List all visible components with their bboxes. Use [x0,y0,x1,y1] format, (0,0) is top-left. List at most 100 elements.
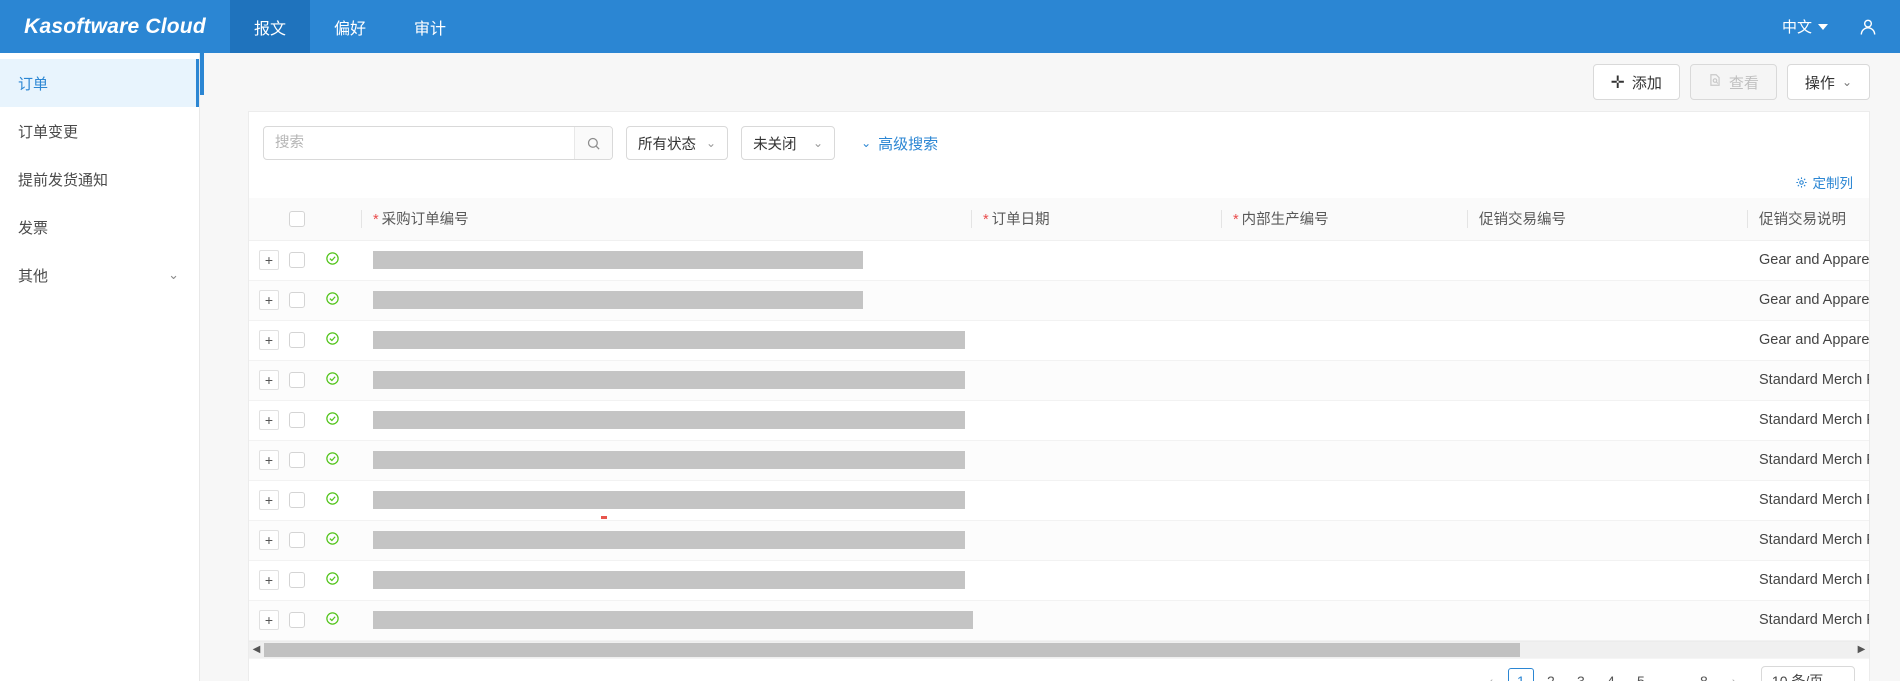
user-account-icon[interactable] [1858,17,1878,37]
gear-icon [1795,176,1807,188]
sidebar-item-order-changes[interactable]: 订单变更 [0,107,199,155]
language-selector[interactable]: 中文 [1782,16,1828,37]
row-select-cell [283,320,325,361]
closed-filter-select[interactable]: 未关闭 ⌄ [741,126,836,160]
column-order-date[interactable]: * 订单日期 [971,198,1221,241]
expand-row-button[interactable]: + [259,530,279,550]
expand-row-button[interactable]: + [259,250,279,270]
page-size-select[interactable]: 10 条/页 ⌄ [1760,666,1855,681]
orders-table-container: * 采购订单编号 * 订单日期 * 内部生产编号 促销交易编号 促销交易说明 +… [248,198,1870,681]
cell-internal-production-number [1221,400,1467,441]
table-row[interactable]: +Standard Merch PO2023-08-2120 [249,400,1869,441]
row-checkbox[interactable] [289,532,305,548]
row-checkbox[interactable] [289,492,305,508]
row-checkbox[interactable] [289,612,305,628]
table-row[interactable]: +Standard Merch PO2024-06-1020 [249,600,1869,641]
column-po-number[interactable]: * 采购订单编号 [361,198,971,241]
redacted-value [373,571,965,589]
chevron-down-icon: ⌄ [706,136,717,150]
expand-row-button[interactable]: + [259,410,279,430]
scrollbar-thumb[interactable] [264,642,1521,657]
column-internal-production-number[interactable]: * 内部生产编号 [1221,198,1467,241]
scrollbar-track[interactable] [264,642,1854,658]
closed-filter-value: 未关闭 [753,136,797,153]
app-logo[interactable]: Kasoftware Cloud [0,0,230,53]
pagination-page-3[interactable]: 3 [1568,668,1594,681]
customize-columns-label: 定制列 [1812,176,1854,191]
cell-po-number [361,280,971,321]
row-expand-cell: + [249,520,283,561]
row-status-cell [325,600,361,641]
expand-row-button[interactable]: + [259,450,279,470]
expand-row-button[interactable]: + [259,330,279,350]
sidebar-item-advance-ship-notice[interactable]: 提前发货通知 [0,155,199,203]
redacted-value [373,451,965,469]
table-row[interactable]: +Standard Merch PO2024-05-0820 [249,480,1869,521]
table-row[interactable]: +Standard Merch PO2024-04-2320 [249,440,1869,481]
top-nav-item-pianhao[interactable]: 偏好 [310,0,390,53]
row-checkbox[interactable] [289,292,305,308]
column-status [325,198,361,241]
cell-po-number [361,320,971,361]
table-row[interactable]: +Standard Merch PO2023-12-0820 [249,515,1869,561]
table-header-row: * 采购订单编号 * 订单日期 * 内部生产编号 促销交易编号 促销交易说明 [249,198,1869,241]
pagination-page-5[interactable]: 5 [1628,668,1654,681]
status-filter-select[interactable]: 所有状态 ⌄ [626,126,729,160]
row-checkbox[interactable] [289,332,305,348]
action-toolbar: ✛ 添加 查看 操作 ⌄ [200,53,1900,111]
view-button[interactable]: 查看 [1689,64,1777,100]
column-promo-trade-description[interactable]: 促销交易说明 [1747,198,1869,241]
pagination-page-2[interactable]: 2 [1538,668,1564,681]
top-bar: Kasoftware Cloud 报文 偏好 审计 中文 [0,0,1900,53]
pagination-page-8[interactable]: 8 [1691,668,1717,681]
sidebar-item-label: 提前发货通知 [18,171,109,189]
expand-row-button[interactable]: + [259,570,279,590]
sidebar-item-other[interactable]: 其他 ⌄ [0,251,199,299]
row-checkbox[interactable] [289,452,305,468]
orders-table: * 采购订单编号 * 订单日期 * 内部生产编号 促销交易编号 促销交易说明 +… [249,198,1869,641]
cell-internal-production-number [1221,600,1467,641]
cell-promo-trade-description: Gear and Apparel PO [1747,280,1869,321]
horizontal-scrollbar[interactable]: ◀ ▶ [249,640,1869,658]
expand-row-button[interactable]: + [259,290,279,310]
table-row[interactable]: +Gear and Apparel PO2023-08-1720 [249,320,1869,361]
page-size-value: 10 条/页 [1771,673,1824,681]
row-select-cell [283,600,325,641]
redaction-artifact [601,515,607,519]
row-checkbox[interactable] [289,252,305,268]
search-button[interactable] [574,127,612,159]
top-nav-item-shenji[interactable]: 审计 [390,0,470,53]
expand-row-button[interactable]: + [259,370,279,390]
pagination-page-4[interactable]: 4 [1598,668,1624,681]
sidebar-item-invoices[interactable]: 发票 [0,203,199,251]
advanced-search-toggle[interactable]: ⌄ 高级搜索 [861,133,938,154]
cell-order-date [971,560,1221,601]
cell-promo-trade-number [1467,560,1747,601]
table-row[interactable]: +Gear and Apparel PO2023-08-1720 [249,240,1869,281]
table-row[interactable]: +Standard Merch PO2023-08-1720 [249,360,1869,401]
column-promo-trade-number[interactable]: 促销交易编号 [1467,198,1747,241]
pagination-page-1[interactable]: 1 [1507,668,1534,681]
cell-promo-trade-number [1467,280,1747,321]
expand-row-button[interactable]: + [259,490,279,510]
actions-dropdown-button[interactable]: 操作 ⌄ [1786,64,1870,100]
top-nav-item-baowen[interactable]: 报文 [230,0,311,53]
row-checkbox[interactable] [289,412,305,428]
scroll-left-arrow-icon[interactable]: ◀ [249,641,264,658]
column-label: 促销交易编号 [1479,212,1566,229]
add-button[interactable]: ✛ 添加 [1592,64,1680,100]
row-checkbox[interactable] [289,572,305,588]
scroll-right-arrow-icon[interactable]: ▶ [1854,641,1869,658]
pagination-ellipsis[interactable]: ··· [1658,668,1687,681]
sidebar-item-orders[interactable]: 订单 [0,59,199,107]
chevron-down-icon: ⌄ [813,136,824,150]
table-row[interactable]: +Gear and Apparel PO2023-08-2120 [249,280,1869,321]
select-all-checkbox[interactable] [289,210,305,227]
customize-columns-button[interactable]: 定制列 [1795,172,1854,192]
table-row[interactable]: +Standard Merch PO2024-09-2520 [249,560,1869,601]
row-checkbox[interactable] [289,372,305,388]
pagination-next[interactable]: › [1721,668,1747,681]
pagination-prev[interactable]: ‹ [1478,668,1504,681]
search-input[interactable] [264,127,574,159]
expand-row-button[interactable]: + [259,610,279,630]
